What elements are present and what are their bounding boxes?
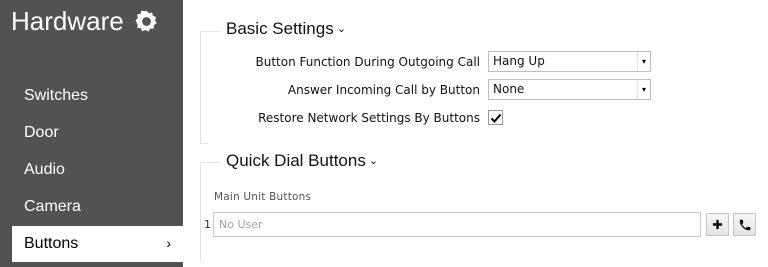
incoming-call-select[interactable]: None ▾: [488, 79, 651, 100]
quick-dial-border-top: [200, 162, 220, 163]
sidebar-item-buttons[interactable]: Buttons ›: [12, 226, 183, 262]
select-arrow-icon: ▾: [637, 80, 650, 99]
restore-network-label: Restore Network Settings By Buttons: [258, 111, 480, 125]
quick-dial-user-placeholder: No User: [219, 218, 263, 231]
sidebar-item-switches[interactable]: Switches: [0, 78, 183, 114]
plus-icon: [712, 219, 723, 230]
restore-network-checkbox[interactable]: [488, 110, 503, 125]
chevron-right-icon: ›: [166, 235, 171, 251]
select-arrow-icon: ▾: [637, 52, 650, 71]
outgoing-call-select[interactable]: Hang Up ▾: [488, 51, 651, 72]
sidebar-item-camera[interactable]: Camera: [0, 189, 183, 225]
sidebar-item-label: Door: [24, 124, 59, 141]
basic-settings-header[interactable]: Basic Settings ⌄: [220, 19, 352, 39]
incoming-call-value: None: [493, 82, 525, 96]
add-user-button[interactable]: [706, 213, 729, 236]
quick-dial-header[interactable]: Quick Dial Buttons ⌄: [220, 151, 385, 171]
sidebar-item-label: Camera: [24, 198, 81, 215]
phone-icon: [739, 219, 750, 230]
sidebar-item-door[interactable]: Door: [0, 115, 183, 151]
sidebar-item-label: Switches: [24, 87, 89, 104]
incoming-call-label: Answer Incoming Call by Button: [287, 83, 480, 97]
call-button[interactable]: [733, 213, 756, 236]
row-number: 1: [204, 218, 211, 231]
basic-settings-border-top: [200, 31, 220, 32]
chevron-down-icon: ⌄: [336, 23, 346, 35]
outgoing-call-value: Hang Up: [493, 54, 545, 68]
main-unit-buttons-label: Main Unit Buttons: [214, 191, 312, 203]
sidebar-item-audio[interactable]: Audio: [0, 152, 183, 188]
basic-settings-border-bottom: [200, 143, 208, 144]
quick-dial-border: [200, 162, 201, 262]
sidebar: Hardware Switches Door Audio Camera Butt…: [0, 0, 183, 267]
gear-icon[interactable]: [134, 9, 159, 34]
quick-dial-user-input[interactable]: No User: [213, 212, 701, 237]
sidebar-item-label: Buttons: [24, 235, 79, 252]
sidebar-item-label: Audio: [24, 161, 65, 178]
outgoing-call-label: Button Function During Outgoing Call: [255, 55, 480, 69]
quick-dial-title: Quick Dial Buttons: [226, 151, 366, 170]
chevron-down-icon: ⌄: [368, 155, 379, 167]
basic-settings-border: [200, 31, 201, 143]
sidebar-title-text: Hardware: [11, 6, 124, 36]
checkmark-icon: [490, 113, 501, 123]
basic-settings-title: Basic Settings: [226, 19, 334, 38]
sidebar-title: Hardware: [11, 6, 159, 36]
